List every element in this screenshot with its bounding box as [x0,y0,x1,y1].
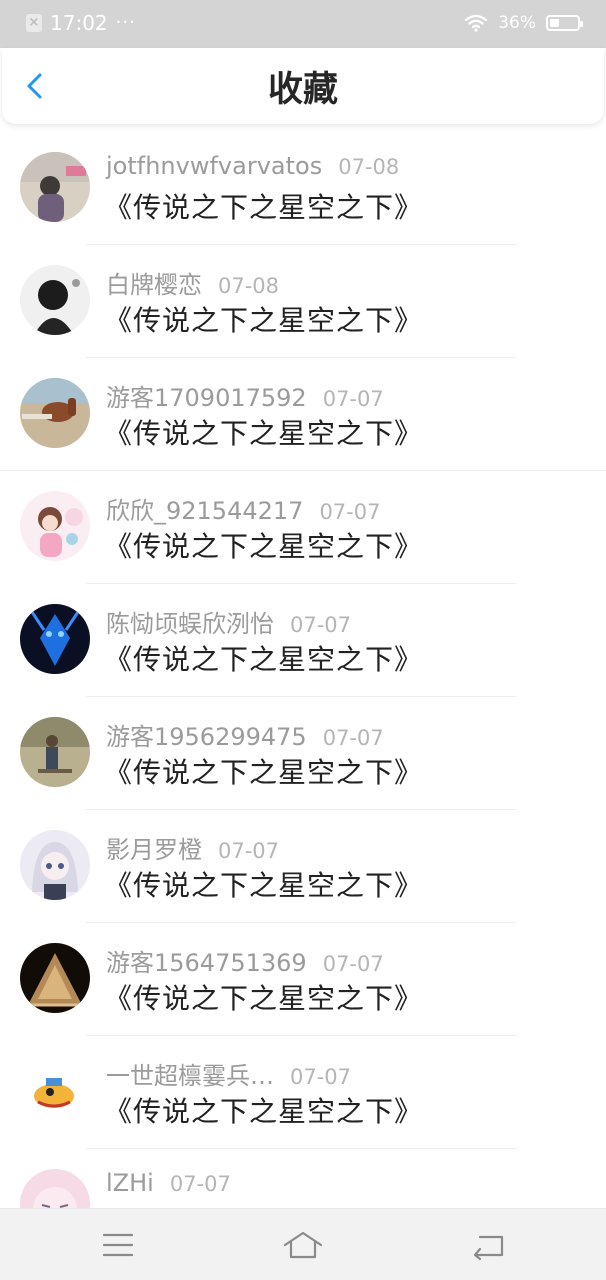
username: 欣欣_921544217 [106,497,304,525]
item-meta: 白牌樱恋 07-08 [106,265,280,299]
date: 07-07 [290,613,352,637]
username: 游客1564751369 [106,949,307,977]
back-icon [473,1235,504,1261]
date: 07-07 [322,387,384,411]
item-title: 《传说之下之星空之下》 [104,1095,424,1128]
list-item[interactable]: 欣欣_921544217 07-07 《传说之下之星空之下》 [0,471,606,584]
avatar [20,717,90,787]
page-title: 收藏 [267,70,338,110]
battery-percent: 36% [498,13,536,33]
favorites-list: jotfhnvwfvarvatos 07-08 《传说之下之星空之下》 白牌樱恋… [0,132,606,1208]
header-bar: 收藏 [2,48,604,124]
item-meta: 游客1709017592 07-07 [106,378,384,412]
date: 07-07 [322,726,384,750]
list-item[interactable]: 游客1564751369 07-07 《传说之下之星空之下》 [0,923,606,1036]
menu-icon [102,1233,134,1257]
username: 陈恸顷蜈欣洌怡 [106,610,274,638]
list-item[interactable]: jotfhnvwfvarvatos 07-08 《传说之下之星空之下》 [0,132,606,245]
menu-button[interactable] [98,1229,138,1261]
item-title: 《传说之下之星空之下》 [104,191,424,224]
item-title: 《传说之下之星空之下》 [104,756,424,789]
date: 07-07 [169,1172,231,1196]
home-icon [283,1231,323,1259]
bottom-navigation [0,1208,606,1280]
username: lZHi [106,1169,154,1197]
item-title: 《传说之下之星空之下》 [104,417,424,450]
avatar [20,943,90,1013]
avatar [20,378,90,448]
date: 07-08 [338,155,400,179]
home-button[interactable] [283,1229,323,1261]
list-item[interactable]: 游客1956299475 07-07 《传说之下之星空之下》 [0,697,606,810]
battery-icon [546,15,583,31]
avatar [20,830,90,900]
username: 游客1709017592 [106,384,307,412]
item-meta: jotfhnvwfvarvatos 07-08 [106,152,399,184]
item-meta: 欣欣_921544217 07-07 [106,491,381,525]
avatar [20,152,90,222]
item-meta: 游客1564751369 07-07 [106,943,384,977]
status-left: × 17:02 ··· [26,12,136,34]
item-meta: 影月罗橙 07-07 [106,830,280,864]
date: 07-07 [218,839,280,863]
system-back-button[interactable] [468,1229,508,1261]
item-meta: 陈恸顷蜈欣洌怡 07-07 [106,604,352,638]
avatar [20,1056,90,1126]
date: 07-07 [290,1065,352,1089]
item-meta: 游客1956299475 07-07 [106,717,384,751]
item-title: 《传说之下之星空之下》 [104,643,424,676]
battery-level-fill [550,19,559,27]
item-meta: 一世超檩霎兵… 07-07 [106,1056,352,1090]
item-title: 《传说之下之星空之下》 [104,304,424,337]
list-item[interactable]: 影月罗橙 07-07 《传说之下之星空之下》 [0,810,606,923]
username: 白牌樱恋 [106,271,202,299]
list-item[interactable]: 陈恸顷蜈欣洌怡 07-07 《传说之下之星空之下》 [0,584,606,697]
item-title: 《传说之下之星空之下》 [104,869,424,902]
avatar [20,491,90,561]
status-bar: × 17:02 ··· 36% [0,0,606,48]
username: 一世超檩霎兵… [106,1062,274,1090]
list-item[interactable]: lZHi 07-07 [0,1149,606,1208]
list-item[interactable]: 游客1709017592 07-07 《传说之下之星空之下》 [0,358,606,471]
wifi-icon [464,14,488,32]
status-right: 36% [464,12,583,34]
item-title: 《传说之下之星空之下》 [104,982,424,1015]
notification-dismissed-icon: × [26,14,42,32]
list-item[interactable]: 白牌樱恋 07-08 《传说之下之星空之下》 [0,245,606,358]
username: jotfhnvwfvarvatos [106,152,323,180]
username: 游客1956299475 [106,723,307,751]
item-title: 《传说之下之星空之下》 [104,530,424,563]
date: 07-08 [218,274,280,298]
avatar [20,604,90,674]
avatar [20,1169,90,1208]
date: 07-07 [322,952,384,976]
status-time: 17:02 [50,11,108,35]
status-more-dots: ··· [115,12,136,33]
avatar [20,265,90,335]
date: 07-07 [319,500,381,524]
item-meta: lZHi 07-07 [106,1169,231,1201]
list-item[interactable]: 一世超檩霎兵… 07-07 《传说之下之星空之下》 [0,1036,606,1149]
username: 影月罗橙 [106,836,202,864]
